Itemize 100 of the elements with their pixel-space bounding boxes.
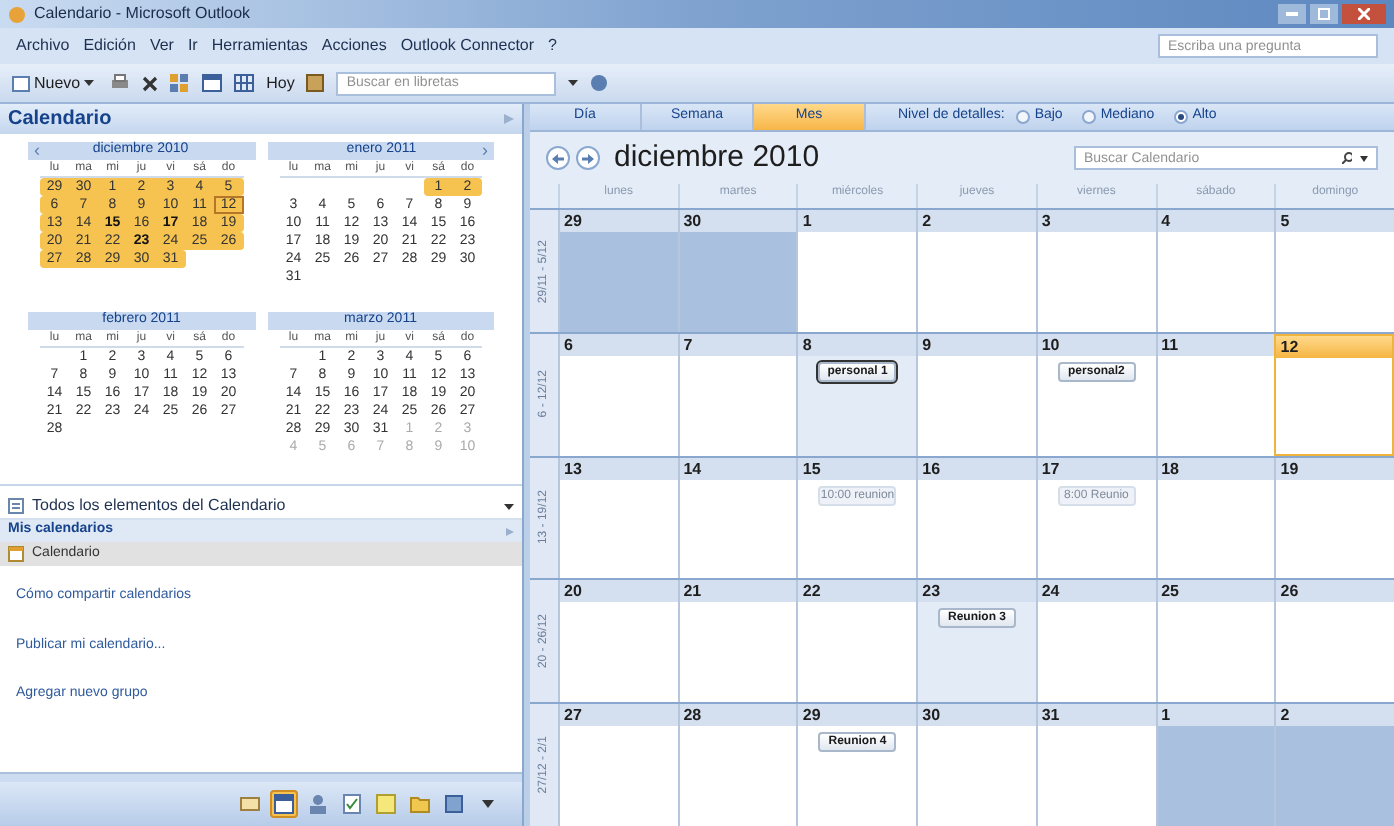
menu-item[interactable]: Edición (83, 34, 136, 58)
day-cell[interactable]: 5 (1274, 210, 1394, 332)
collapse-icon (506, 527, 514, 535)
tasks-icon (342, 794, 362, 814)
close-icon (1358, 8, 1370, 20)
day-number: 28 (679, 704, 797, 727)
menu-item[interactable]: ? (548, 34, 557, 58)
day-number: 12 (1276, 335, 1392, 358)
day-number: 7 (679, 333, 797, 356)
nav-button[interactable] (440, 790, 468, 818)
radio-button[interactable] (1016, 110, 1031, 124)
day-number: 13 (560, 457, 678, 480)
day-number: 26 (1276, 580, 1394, 603)
day-number: 1 (798, 210, 917, 232)
day-number: 8 (798, 333, 917, 356)
radio-button[interactable] (1174, 110, 1189, 124)
day-number: 29 (798, 704, 917, 727)
day-cell[interactable]: 9 (916, 333, 1036, 456)
list-icon (8, 498, 24, 514)
day-number: 31 (1037, 704, 1156, 727)
menu-item[interactable]: Outlook Connector (400, 34, 535, 58)
radio-button[interactable] (1082, 110, 1097, 124)
day-number: 20 (560, 580, 678, 603)
day-cell[interactable]: 2 (1274, 704, 1394, 826)
day-number: 1 (1157, 704, 1275, 727)
menu-item[interactable]: Ir (187, 34, 198, 58)
day-cell[interactable]: 19 (1274, 457, 1394, 579)
day-cell[interactable]: 24 (1035, 580, 1156, 703)
day-cell[interactable]: 22 (796, 580, 917, 703)
previous-button[interactable] (546, 146, 570, 170)
calendar-icon (274, 794, 294, 814)
month-title: diciembre 2010 (614, 137, 820, 178)
day-number: 2 (918, 210, 1036, 232)
day-cell[interactable]: 27 (558, 704, 678, 826)
day-cell[interactable]: 31 (1035, 704, 1156, 826)
day-number: 23 (918, 580, 1036, 603)
tiles-icon[interactable] (170, 74, 191, 92)
day-cell[interactable]: 11 (1155, 333, 1275, 456)
day-number: 22 (798, 580, 917, 603)
grid-icon[interactable] (234, 74, 255, 92)
day-number: 14 (679, 457, 797, 480)
notes-icon (376, 794, 396, 814)
menu-item[interactable]: Acciones (321, 34, 387, 58)
arrow-right-icon (582, 153, 594, 163)
menu-item[interactable]: Ver (149, 34, 174, 58)
day-cell[interactable]: 12 (1274, 333, 1394, 456)
day-cell[interactable]: 30 (677, 210, 797, 332)
day-number: 30 (679, 210, 797, 232)
pane-header: Calendario (0, 104, 522, 134)
day-number: 19 (1276, 457, 1394, 480)
day-number: 25 (1157, 580, 1275, 603)
day-cell[interactable]: 29 (558, 210, 678, 332)
print-icon[interactable] (110, 74, 131, 92)
day-cell[interactable]: 21 (677, 580, 797, 703)
day-cell[interactable]: 1 (796, 210, 917, 332)
day-number: 30 (918, 704, 1036, 727)
day-cell[interactable]: 13 (558, 457, 678, 579)
caret-icon (84, 80, 95, 86)
day-cell[interactable]: 28 (677, 704, 797, 826)
calendar-icon[interactable] (202, 74, 223, 92)
delete-icon[interactable] (142, 75, 159, 91)
nav-button[interactable] (270, 790, 298, 818)
day-cell[interactable]: 1 (1155, 704, 1275, 826)
close-button[interactable] (1342, 4, 1386, 24)
day-cell[interactable]: 3 (1035, 210, 1156, 332)
folder-icon (410, 794, 430, 814)
maximize-icon (1318, 8, 1330, 20)
day-cell[interactable]: 26 (1274, 580, 1394, 703)
day-cell[interactable]: 20 (558, 580, 678, 703)
day-cell[interactable]: 18 (1155, 457, 1275, 579)
day-cell[interactable]: 25 (1155, 580, 1275, 703)
day-number: 10 (1037, 333, 1156, 356)
caret-icon[interactable] (568, 80, 579, 86)
menu-item[interactable]: Archivo (16, 34, 70, 58)
day-cell[interactable]: 30 (916, 704, 1036, 826)
day-number: 29 (560, 210, 678, 232)
new-icon (12, 75, 30, 91)
window-title: Calendario - Microsoft Outlook (34, 2, 251, 26)
day-cell[interactable]: 14 (677, 457, 797, 579)
day-number: 5 (1276, 210, 1394, 232)
day-number: 18 (1157, 457, 1275, 480)
today-button[interactable]: Hoy (266, 71, 295, 95)
arrow-left-icon (552, 153, 564, 163)
next-button[interactable] (576, 146, 600, 170)
day-number: 2 (1276, 704, 1394, 727)
day-number: 6 (560, 333, 678, 356)
menu-item[interactable]: Herramientas (211, 34, 308, 58)
new-button[interactable]: Nuevo (8, 71, 99, 95)
day-cell[interactable]: 4 (1155, 210, 1275, 332)
day-cell[interactable]: 2 (916, 210, 1036, 332)
calendar-icon (8, 546, 24, 562)
app-icon (8, 5, 26, 23)
mail-icon (240, 794, 260, 814)
day-number: 3 (1037, 210, 1156, 232)
day-number: 21 (679, 580, 797, 603)
day-number: 16 (918, 457, 1036, 480)
day-cell[interactable]: 16 (916, 457, 1036, 579)
day-cell[interactable]: 6 (558, 333, 678, 456)
day-cell[interactable]: 7 (677, 333, 797, 456)
day-number: 15 (798, 457, 917, 480)
